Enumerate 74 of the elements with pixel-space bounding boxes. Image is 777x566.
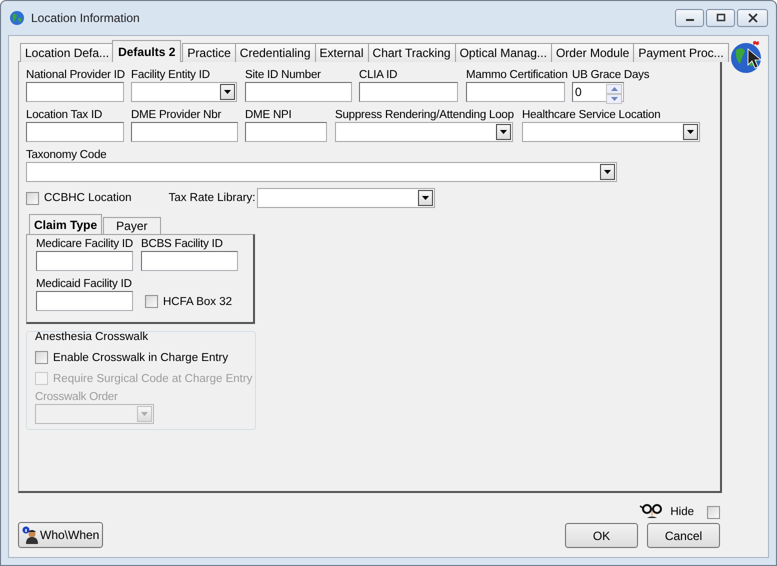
field-label: CLIA ID [359, 68, 398, 82]
close-button[interactable] [737, 9, 768, 27]
input-field[interactable] [245, 122, 327, 142]
field-label: BCBS Facility ID [141, 237, 224, 251]
field-label: Crosswalk Order [35, 390, 119, 404]
input-field[interactable] [245, 82, 352, 102]
maximize-button[interactable] [706, 9, 735, 27]
minimize-button[interactable] [675, 9, 704, 27]
checkbox-label: CCBHC Location [44, 192, 132, 204]
spinner-field[interactable]: 0 [572, 82, 624, 102]
tab[interactable]: Credentialing [234, 43, 316, 62]
caret-icon [224, 90, 231, 94]
caret-icon [604, 170, 611, 174]
tab[interactable]: Practice [182, 43, 236, 62]
field-label: DME NPI [245, 108, 293, 122]
dropdown-field[interactable] [256, 188, 435, 208]
checkbox[interactable] [145, 295, 158, 308]
field-label: Mammo Certification [466, 68, 565, 82]
field-label: DME Provider Nbr [131, 108, 222, 122]
field-label: Suppress Rendering/Attending Loop [335, 108, 513, 122]
group-title: Anesthesia Crosswalk [35, 330, 150, 344]
input-field[interactable] [36, 251, 133, 271]
ok-button[interactable]: OK [565, 523, 638, 548]
checkbox-label: Require Surgical Code at Charge Entry [53, 372, 252, 384]
field-label: Facility Entity ID [131, 68, 211, 82]
dropdown-field[interactable] [522, 122, 700, 142]
tab[interactable]: Claim Type [29, 214, 102, 234]
caret-icon [687, 130, 694, 134]
field-label: Medicare Facility ID [36, 237, 133, 251]
checkbox[interactable] [707, 506, 720, 518]
down-arrow-icon[interactable] [610, 97, 618, 101]
tab[interactable]: External [314, 43, 369, 62]
dropdown-field[interactable] [26, 162, 617, 182]
tab[interactable]: Chart Tracking [368, 43, 456, 62]
window-title: Location Information [31, 11, 140, 25]
person-info-icon [22, 526, 38, 544]
input-field[interactable] [466, 82, 565, 102]
close-icon [748, 13, 758, 23]
field-label: UB Grace Days [572, 68, 650, 82]
caret-icon [500, 130, 507, 134]
tab[interactable]: Payment Proc... [633, 43, 729, 62]
caret-icon [422, 196, 429, 200]
input-field[interactable] [141, 251, 238, 271]
caret-icon [141, 412, 148, 416]
dropdown-field[interactable] [335, 122, 513, 142]
field-label: Tax Rate Library: [168, 192, 256, 204]
checkbox-label: HCFA Box 32 [163, 296, 232, 308]
field-label: Healthcare Service Location [522, 108, 662, 122]
input-field[interactable] [131, 122, 238, 142]
input-field[interactable] [26, 82, 124, 102]
tab[interactable]: Payer [103, 217, 160, 234]
input-field[interactable] [26, 122, 124, 142]
field-label: Site ID Number [245, 68, 322, 82]
dropdown-field[interactable] [131, 82, 237, 102]
field-label: National Provider ID [26, 68, 124, 82]
globe-icon [9, 10, 25, 26]
checkbox-label: Enable Crosswalk in Charge Entry [53, 352, 228, 364]
field-label: Taxonomy Code [26, 148, 108, 162]
input-field[interactable] [359, 82, 458, 102]
globe-cursor-icon [730, 40, 764, 74]
tab[interactable]: Optical Manag... [454, 43, 552, 62]
checkbox[interactable] [26, 192, 39, 204]
tab[interactable]: Location Defa... [20, 43, 114, 62]
tab[interactable]: Order Module [550, 43, 634, 62]
input-field[interactable] [36, 291, 133, 311]
tab[interactable]: Defaults 2 [112, 40, 182, 62]
field-label: Medicaid Facility ID [36, 277, 133, 291]
who-when-button[interactable]: Who\When [18, 522, 104, 548]
up-arrow-icon[interactable] [610, 87, 618, 91]
field-label: Location Tax ID [26, 108, 104, 122]
cancel-button[interactable]: Cancel [647, 523, 720, 548]
checkbox[interactable] [35, 351, 48, 364]
maximize-icon [716, 13, 726, 23]
checkbox-label: Hide [670, 506, 694, 518]
